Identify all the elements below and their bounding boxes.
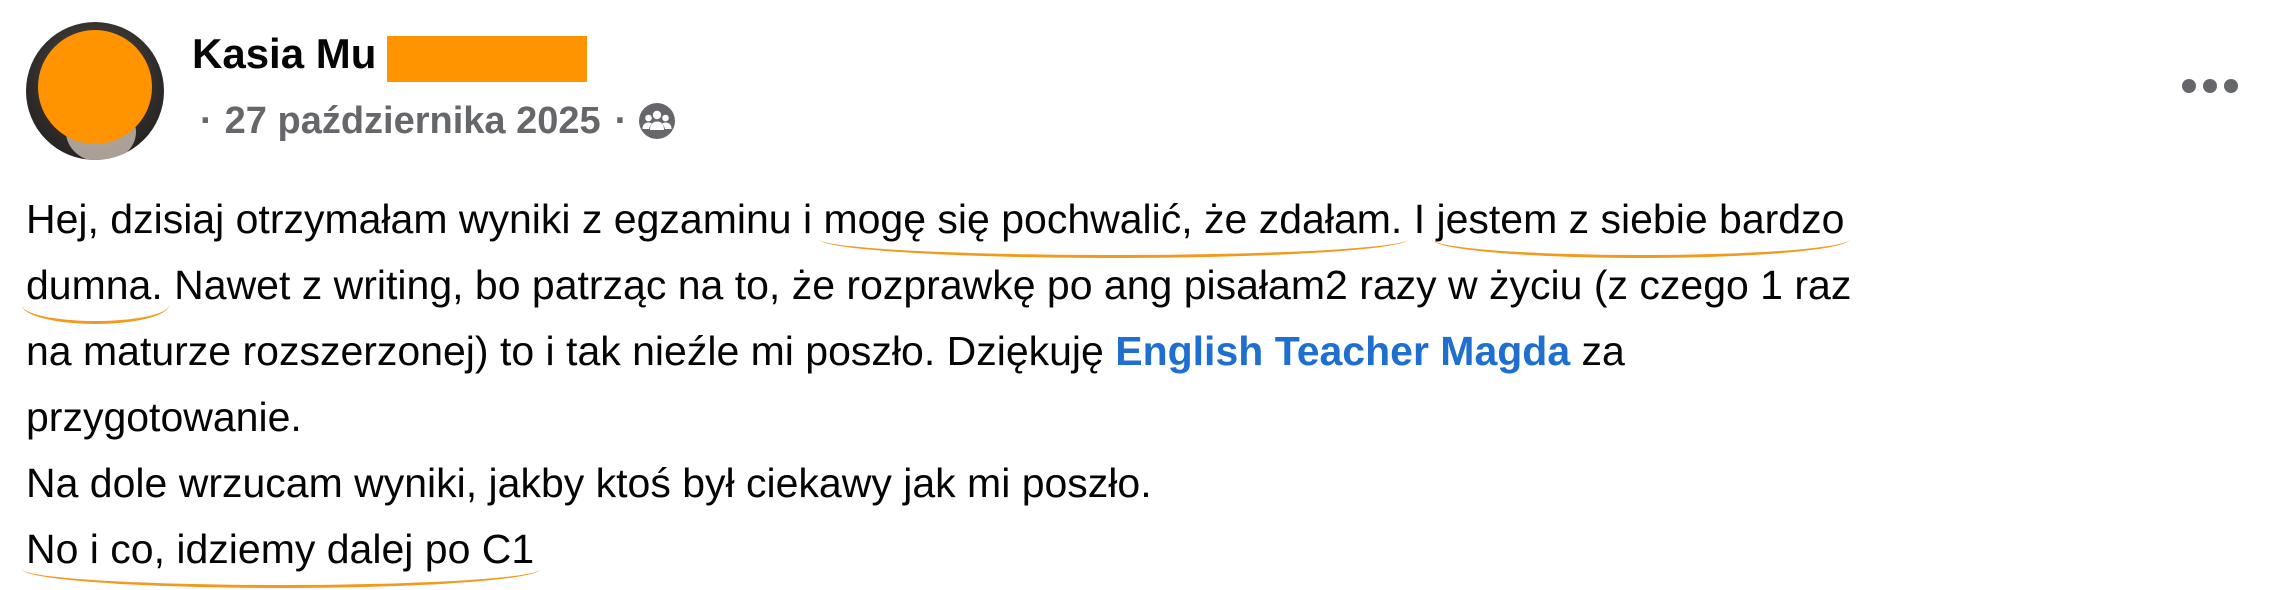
more-horizontal-icon [2182,79,2238,93]
author-avatar[interactable] [26,22,164,160]
friends-icon[interactable] [637,101,677,141]
highlighted-text: No i co, idziemy dalej po C1 [26,526,535,572]
post-body: Hej, dzisiaj otrzymałam wyniki z egzamin… [26,186,2266,582]
meta-separator: · [200,99,213,142]
post-text: przygotowanie. [26,394,302,440]
post-line: No i co, idziemy dalej po C1 [26,516,2266,582]
avatar-redaction [38,30,152,144]
post-line: przygotowanie. [26,384,2266,450]
post-text: za [1570,328,1625,374]
highlighted-text: jestem z siebie bardzo [1436,196,1845,242]
post-text: Nawet z writing, bo patrząc na to, że ro… [162,262,1852,308]
meta-separator: · [614,99,628,142]
post-text: Na dole wrzucam wyniki, jakby ktoś był c… [26,460,1152,506]
mention-link[interactable]: English Teacher Magda [1115,328,1570,374]
post-text: Hej, dzisiaj otrzymałam wyniki z egzamin… [26,196,824,242]
post-line: dumna. Nawet z writing, bo patrząc na to… [26,252,2266,318]
highlighted-text: dumna. [26,262,163,308]
more-options-button[interactable] [2172,66,2248,106]
author-name-redaction [387,36,587,82]
post-meta: · 27 października 2025 · [200,96,677,146]
author-header: Kasia Mu [192,26,376,82]
post-line: na maturze rozszerzonej) to i tak nieźle… [26,318,2266,384]
facebook-post: Kasia Mu · 27 października 2025 · Hej, d… [0,0,2276,590]
post-date[interactable]: 27 października 2025 [225,100,601,143]
post-line: Na dole wrzucam wyniki, jakby ktoś był c… [26,450,2266,516]
highlighted-text: mogę się pochwalić, że zdałam. [823,196,1403,242]
post-text: I [1402,196,1437,242]
post-line: Hej, dzisiaj otrzymałam wyniki z egzamin… [26,186,2266,252]
author-name[interactable]: Kasia Mu [192,26,376,82]
post-text: na maturze rozszerzonej) to i tak nieźle… [26,328,1116,374]
